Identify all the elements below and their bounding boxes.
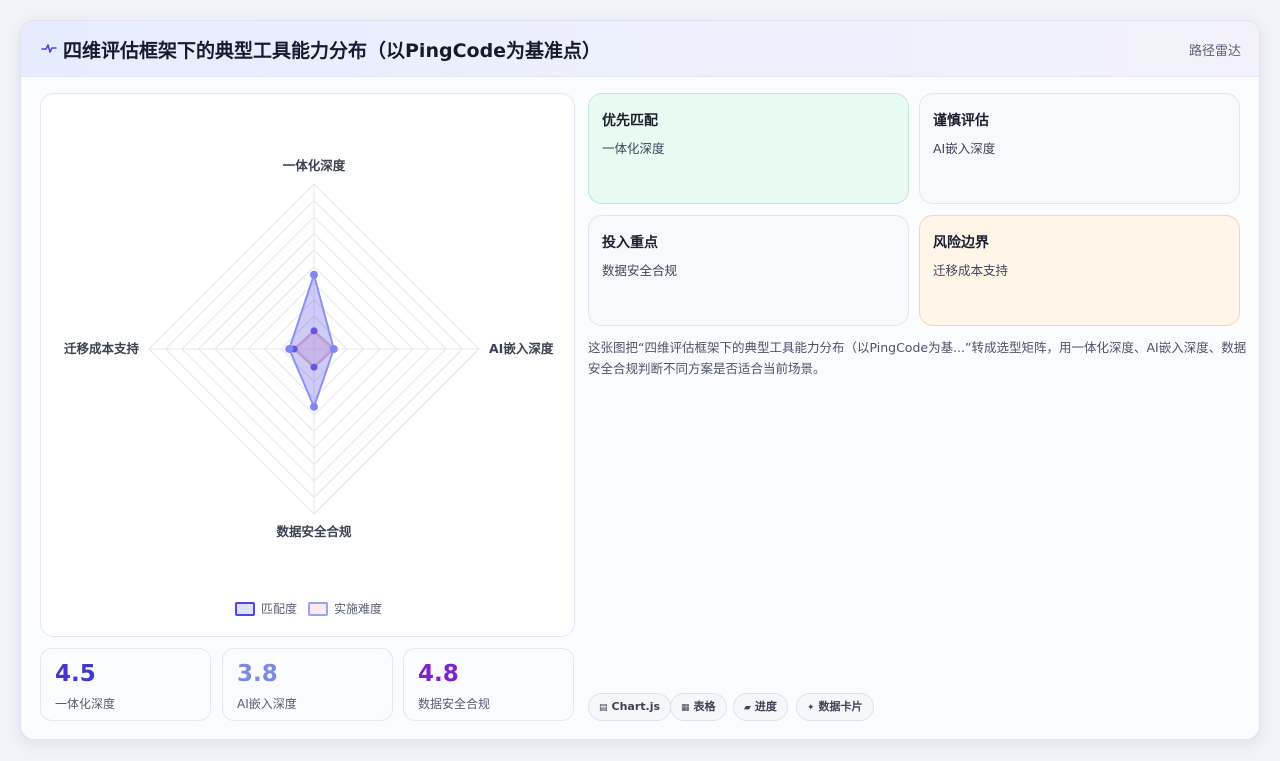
tile-title: 优先匹配 xyxy=(602,113,658,129)
tag-label: 进度 xyxy=(754,700,777,713)
legend-label: 实施难度 xyxy=(334,601,382,616)
stat-label: AI嵌入深度 xyxy=(237,697,297,711)
tile-subtitle: 数据安全合规 xyxy=(602,263,678,278)
radar-chart-panel: 一体化深度 AI嵌入深度数据安全合规 迁移成本支持匹配度 实施难度 xyxy=(40,93,575,637)
tag-chartjs[interactable]: ▤ Chart.js xyxy=(588,693,672,721)
data-point xyxy=(310,270,318,279)
main-card: 四维评估框架下的典型工具能力分布（以PingCode为基准点） 路径雷达 一体化… xyxy=(20,20,1260,740)
legend-swatch xyxy=(235,602,255,616)
sparkle-icon: ✦ xyxy=(807,703,815,713)
route-radar-link[interactable]: 路径雷达 xyxy=(1189,40,1241,59)
stat-card-integration: 4.5 一体化深度 xyxy=(40,648,211,721)
tag-label: 表格 xyxy=(693,700,716,713)
axis-label: AI嵌入深度 xyxy=(489,341,554,356)
chart-icon: ▤ xyxy=(599,703,608,713)
stat-card-ai: 3.8 AI嵌入深度 xyxy=(222,648,393,721)
data-point xyxy=(329,345,338,353)
stat-label: 数据安全合规 xyxy=(418,697,491,711)
pulse-icon xyxy=(41,44,57,53)
tag-progress[interactable]: ▰ 进度 xyxy=(733,693,788,721)
page-title: 四维评估框架下的典型工具能力分布（以PingCode为基准点） xyxy=(63,40,602,62)
legend-label: 匹配度 xyxy=(261,601,297,616)
tag-table[interactable]: ▦ 表格 xyxy=(670,693,727,721)
tag-data-card[interactable]: ✦ 数据卡片 xyxy=(796,693,874,721)
tile-title: 风险边界 xyxy=(933,235,989,251)
data-point xyxy=(285,345,294,353)
axis-label: 迁移成本支持 xyxy=(64,341,140,356)
radar-chart: 一体化深度 AI嵌入深度数据安全合规 迁移成本支持匹配度 实施难度 xyxy=(64,158,554,616)
stat-value: 4.8 xyxy=(418,661,459,687)
table-icon: ▦ xyxy=(681,703,690,713)
card-header: 四维评估框架下的典型工具能力分布（以PingCode为基准点） 路径雷达 xyxy=(21,21,1259,77)
stat-value: 3.8 xyxy=(237,661,278,687)
tile-investment-focus[interactable]: 投入重点 数据安全合规 xyxy=(588,215,909,326)
progress-icon: ▰ xyxy=(744,703,751,713)
tile-subtitle: 迁移成本支持 xyxy=(933,263,1009,278)
tile-title: 谨慎评估 xyxy=(933,113,989,129)
tag-label: 数据卡片 xyxy=(818,700,863,713)
tag-label: Chart.js xyxy=(611,700,661,713)
chart-description: 这张图把“四维评估框架下的典型工具能力分布（以PingCode为基...”转成选… xyxy=(588,340,1247,376)
tile-priority-match[interactable]: 优先匹配 一体化深度 xyxy=(588,93,909,204)
tile-title: 投入重点 xyxy=(602,235,658,251)
tile-risk-boundary[interactable]: 风险边界 迁移成本支持 xyxy=(919,215,1240,326)
axis-label: 数据安全合规 xyxy=(275,524,352,539)
legend-swatch xyxy=(308,602,328,616)
stat-label: 一体化深度 xyxy=(55,697,116,711)
tile-subtitle: AI嵌入深度 xyxy=(933,141,996,156)
stat-card-security: 4.8 数据安全合规 xyxy=(403,648,574,721)
stat-value: 4.5 xyxy=(55,661,96,687)
tile-subtitle: 一体化深度 xyxy=(602,141,665,156)
series-area xyxy=(288,271,335,410)
tile-careful-eval[interactable]: 谨慎评估 AI嵌入深度 xyxy=(919,93,1240,204)
data-point xyxy=(310,402,318,411)
axis-label: 一体化深度 xyxy=(283,158,346,173)
